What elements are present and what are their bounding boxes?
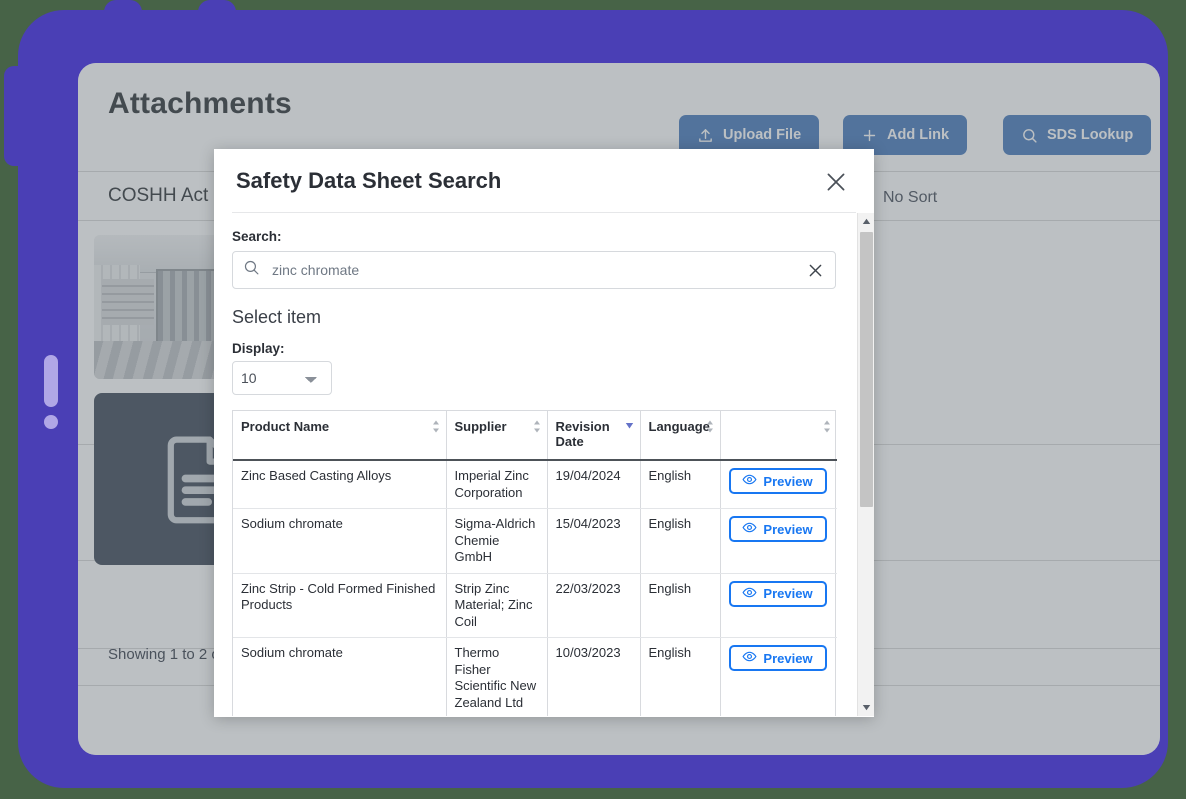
scrollbar-thumb[interactable] — [860, 232, 873, 507]
column-header-revision-date[interactable]: Revision Date — [547, 411, 640, 460]
preview-button[interactable]: Preview — [729, 516, 827, 542]
cell-product-name: Zinc Strip - Cold Formed Finished Produc… — [233, 573, 446, 638]
upload-file-label: Upload File — [723, 127, 801, 143]
cell-product-name: Zinc Based Casting Alloys — [233, 460, 446, 509]
preview-button-label: Preview — [763, 474, 812, 489]
table-row[interactable]: Zinc Strip - Cold Formed Finished Produc… — [233, 573, 837, 638]
sds-search-modal: Safety Data Sheet Search Search: — [214, 149, 874, 717]
clear-icon[interactable] — [806, 261, 825, 280]
results-table-container: Product Name Supplier — [232, 410, 836, 716]
preview-button[interactable]: Preview — [729, 645, 827, 671]
results-table: Product Name Supplier — [233, 411, 837, 716]
preview-button-label: Preview — [763, 522, 812, 537]
page-subtitle: COSHH Act — [108, 185, 208, 207]
cell-actions: Preview — [720, 573, 837, 638]
table-header-row: Product Name Supplier — [233, 411, 837, 460]
sds-lookup-button[interactable]: SDS Lookup — [1003, 115, 1151, 155]
column-header-product-name[interactable]: Product Name — [233, 411, 446, 460]
eye-icon — [742, 649, 757, 667]
scroll-down-icon[interactable] — [858, 699, 874, 716]
preview-button-label: Preview — [763, 651, 812, 666]
cell-product-name: Sodium chromate — [233, 509, 446, 574]
search-icon — [1021, 127, 1038, 144]
modal-header: Safety Data Sheet Search — [214, 149, 874, 212]
sort-none-icon[interactable] — [706, 420, 714, 433]
eye-icon — [742, 472, 757, 490]
sort-desc-icon[interactable] — [625, 422, 634, 429]
column-header-actions[interactable] — [720, 411, 837, 460]
cell-language: English — [640, 638, 720, 717]
display-select[interactable]: 10 — [232, 361, 332, 395]
cell-revision-date: 19/04/2024 — [547, 460, 640, 509]
search-field[interactable] — [232, 251, 836, 289]
search-label: Search: — [232, 229, 856, 244]
table-row[interactable]: Zinc Based Casting AlloysImperial Zinc C… — [233, 460, 837, 509]
cell-language: English — [640, 460, 720, 509]
column-label: Product Name — [241, 419, 329, 434]
search-icon — [243, 259, 260, 281]
close-icon[interactable] — [820, 166, 852, 198]
column-label: Language — [649, 419, 710, 434]
page-title: Attachments — [108, 87, 292, 121]
frame-notch-right — [198, 0, 236, 22]
frame-notch-left — [104, 0, 142, 22]
column-label: Revision Date — [556, 419, 610, 449]
add-link-label: Add Link — [887, 127, 949, 143]
column-header-language[interactable]: Language — [640, 411, 720, 460]
modal-title: Safety Data Sheet Search — [236, 168, 501, 194]
cell-actions: Preview — [720, 638, 837, 717]
sort-none-icon[interactable] — [823, 420, 831, 433]
cell-revision-date: 22/03/2023 — [547, 573, 640, 638]
cell-revision-date: 15/04/2023 — [547, 509, 640, 574]
preview-button[interactable]: Preview — [729, 468, 827, 494]
modal-scrollbar[interactable] — [857, 213, 874, 716]
sort-indicator: No Sort — [883, 189, 937, 207]
preview-button-label: Preview — [763, 586, 812, 601]
cell-supplier: Sigma-Aldrich Chemie GmbH — [446, 509, 547, 574]
table-row[interactable]: Sodium chromateSigma-Aldrich Chemie GmbH… — [233, 509, 837, 574]
preview-button[interactable]: Preview — [729, 581, 827, 607]
eye-icon — [742, 520, 757, 538]
cell-language: English — [640, 573, 720, 638]
cell-actions: Preview — [720, 460, 837, 509]
column-header-supplier[interactable]: Supplier — [446, 411, 547, 460]
cell-language: English — [640, 509, 720, 574]
sort-none-icon[interactable] — [432, 420, 440, 433]
pagination-status: Showing 1 to 2 of — [108, 646, 224, 663]
device-frame: Attachments Upload File Add Link — [18, 10, 1168, 788]
cell-revision-date: 10/03/2023 — [547, 638, 640, 717]
cell-supplier: Strip Zinc Material; Zinc Coil — [446, 573, 547, 638]
scroll-up-icon[interactable] — [858, 213, 874, 230]
cell-product-name: Sodium chromate — [233, 638, 446, 717]
plus-icon — [861, 127, 878, 144]
sort-none-icon[interactable] — [533, 420, 541, 433]
exclamation-mark-icon — [40, 355, 62, 433]
column-label: Supplier — [455, 419, 507, 434]
upload-icon — [697, 127, 714, 144]
eye-icon — [742, 585, 757, 603]
cell-actions: Preview — [720, 509, 837, 574]
cell-supplier: Thermo Fisher Scientific New Zealand Ltd — [446, 638, 547, 717]
select-item-heading: Select item — [232, 307, 856, 328]
modal-body: Search: Select item Display: 10 — [214, 213, 874, 716]
search-input[interactable] — [270, 261, 806, 279]
display-label: Display: — [232, 341, 856, 356]
table-row[interactable]: Sodium chromateThermo Fisher Scientific … — [233, 638, 837, 717]
cell-supplier: Imperial Zinc Corporation — [446, 460, 547, 509]
sds-lookup-label: SDS Lookup — [1047, 127, 1133, 143]
frame-side-ear — [4, 66, 26, 166]
